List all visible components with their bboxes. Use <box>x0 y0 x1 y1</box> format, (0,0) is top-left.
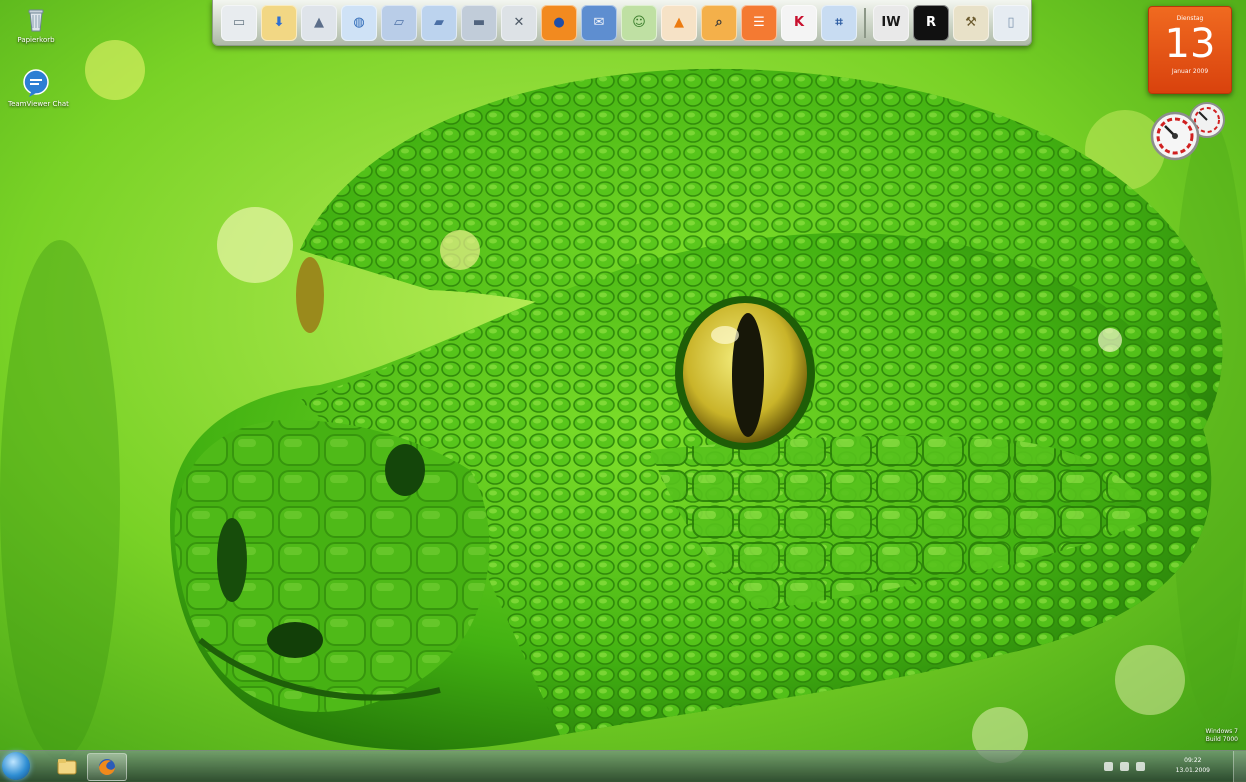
tools-icon[interactable]: ✕ <box>501 4 537 41</box>
cpu-meter-gadget[interactable] <box>1147 100 1233 166</box>
firefox-icon[interactable]: ● <box>541 4 577 41</box>
windows-start-orb-icon[interactable] <box>2 752 30 780</box>
taskbar-clock[interactable]: 09:22 13.01.2009 <box>1176 756 1210 776</box>
folder-icon[interactable]: ▱ <box>381 4 417 41</box>
cpu-meter-icon <box>1150 102 1225 161</box>
kaspersky-k-icon[interactable]: K <box>781 4 817 41</box>
desktop-icon-recycle-bin[interactable]: Papierkorb <box>8 4 64 44</box>
vlc-icon[interactable]: ▲ <box>661 4 697 41</box>
volume-icon[interactable] <box>1136 762 1145 771</box>
drive-icon[interactable]: ▬ <box>461 4 497 41</box>
os-build-watermark: Windows 7 Build 7000 <box>1205 728 1238 744</box>
clock-date: 13.01.2009 <box>1175 767 1210 774</box>
rockstar-r-icon[interactable]: R <box>913 4 949 41</box>
downloads-folder-icon[interactable]: ⬇ <box>261 4 297 41</box>
clock-time: 09:22 <box>1184 757 1202 764</box>
desktop-wallpaper <box>0 0 1246 781</box>
calendar-gadget[interactable]: Dienstag 13 Januar 2009 <box>1148 6 1232 94</box>
calendar-day: 13 <box>1164 21 1216 67</box>
hammer-tools-icon[interactable]: ⚒ <box>953 4 989 41</box>
calendar-weekday: Dienstag <box>1176 15 1204 22</box>
calendar-month: Januar 2009 <box>1171 68 1209 75</box>
network-globe-icon[interactable]: ◍ <box>341 4 377 41</box>
network-icon[interactable] <box>1120 762 1129 771</box>
iw-app-icon[interactable]: IW <box>873 4 909 41</box>
thunderbird-icon[interactable]: ✉ <box>581 4 617 41</box>
contacts-icon[interactable]: ☺ <box>621 4 657 41</box>
registry-editor-icon[interactable]: ⌗ <box>821 4 857 41</box>
desktop-icon-label: TeamViewer Chat <box>8 100 69 108</box>
computer-icon[interactable]: ▭ <box>221 4 257 41</box>
dock-separator <box>864 7 866 38</box>
recycle-bin-icon <box>28 9 44 32</box>
desktop-icon-label: Papierkorb <box>17 36 55 44</box>
app-launcher-dock: ▭ ⬇ ▲ ◍ ▱ ▰ ▬ ✕ ● ✉ ☺ ▲ ⌕ ☰ K ⌗ IW R ⚒ ▯ <box>212 0 1032 46</box>
explorer-icon <box>57 759 77 775</box>
system-tray <box>1096 751 1246 782</box>
show-desktop-button[interactable] <box>1233 751 1246 782</box>
desktop-icon-teamviewer-chat[interactable]: TeamViewer Chat <box>8 68 69 108</box>
taskbar-button-firefox[interactable] <box>87 753 127 781</box>
taskbar: 09:22 13.01.2009 <box>0 750 1246 782</box>
tray-arrow-icon[interactable] <box>1104 762 1113 771</box>
rocket-icon[interactable]: ▲ <box>301 4 337 41</box>
watermark-line: Build 7000 <box>1205 736 1238 743</box>
chat-bubble-icon <box>23 69 49 97</box>
firefox-icon <box>99 759 115 775</box>
taskbar-button-explorer[interactable] <box>48 753 86 779</box>
menu-list-icon[interactable]: ☰ <box>741 4 777 41</box>
open-folder-icon[interactable]: ▰ <box>421 4 457 41</box>
recycle-bin-icon[interactable]: ▯ <box>993 4 1029 41</box>
watermark-line: Windows 7 <box>1205 728 1238 735</box>
search-icon[interactable]: ⌕ <box>701 4 737 41</box>
